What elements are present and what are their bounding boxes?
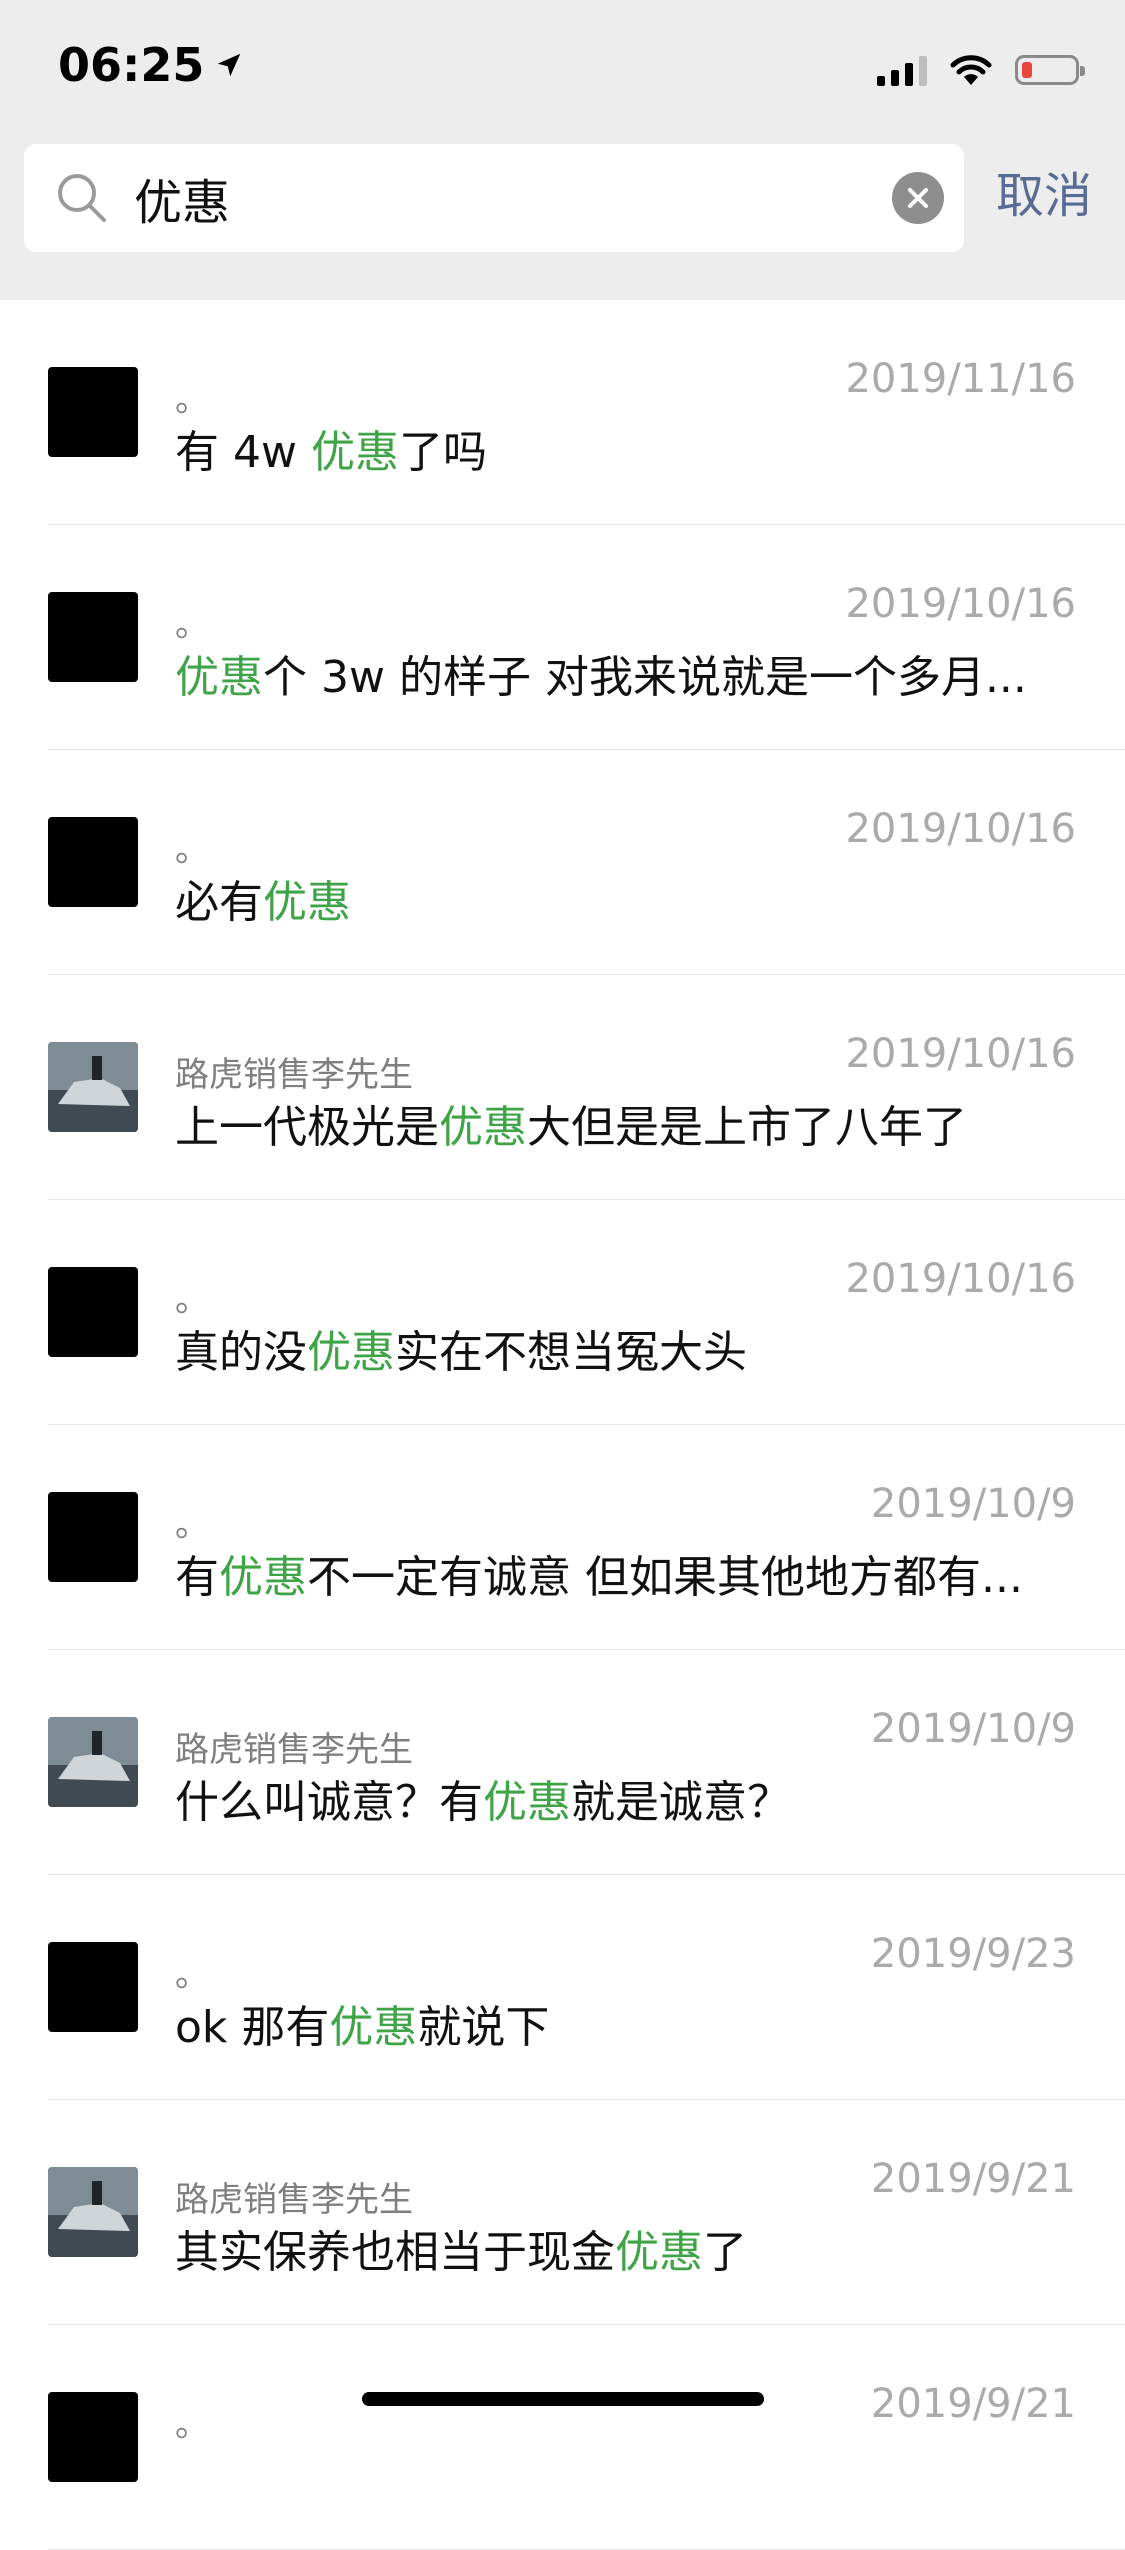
result-item[interactable]: 。 2019/11/16 有 4w 优惠了吗 [0, 300, 1125, 525]
car-photo-icon [48, 2167, 138, 2257]
avatar[interactable] [48, 1717, 138, 1807]
avatar[interactable] [48, 2392, 138, 2482]
message-date: 2019/10/9 [870, 1706, 1076, 1752]
keyword-highlight: 优惠 [615, 2227, 703, 2278]
avatar[interactable] [48, 367, 138, 457]
message-date: 2019/10/16 [845, 1031, 1076, 1077]
avatar[interactable] [48, 592, 138, 682]
message-date: 2019/9/23 [870, 1931, 1076, 1977]
home-indicator [362, 2392, 764, 2406]
sender-name: 。 [175, 605, 209, 645]
keyword-highlight: 优惠 [329, 2002, 418, 2053]
search-icon [58, 174, 106, 222]
result-item[interactable]: 。 2019/10/16 优惠个 3w 的样子 对我来说就是一个多月... [0, 525, 1125, 750]
search-input[interactable] [134, 144, 894, 252]
battery-level [1022, 62, 1032, 78]
avatar[interactable] [48, 817, 138, 907]
message-snippet: 上一代极光是优惠大但是是上市了八年了 [175, 1102, 967, 1153]
message-snippet: 优惠个 3w 的样子 对我来说就是一个多月... [175, 652, 1027, 703]
result-item[interactable]: 路虎销售李先生 2019/10/9 什么叫诚意？有优惠就是诚意？ [0, 1650, 1125, 1875]
result-item[interactable]: 路虎销售李先生 2019/10/16 上一代极光是优惠大但是是上市了八年了 [0, 975, 1125, 1200]
avatar[interactable] [48, 1267, 138, 1357]
result-item[interactable]: 路虎销售李先生 2019/9/21 其实保养也相当于现金优惠了 [0, 2100, 1125, 2325]
message-date: 2019/10/16 [845, 806, 1076, 852]
avatar[interactable] [48, 1042, 138, 1132]
result-item[interactable]: 。 2019/10/9 有优惠不一定有诚意 但如果其他地方都有... [0, 1425, 1125, 1650]
search-bar[interactable] [24, 144, 964, 252]
keyword-highlight: 优惠 [310, 427, 399, 478]
clear-search-button[interactable] [892, 172, 944, 224]
sender-name: 路虎销售李先生 [175, 1730, 413, 1770]
sender-name: 路虎销售李先生 [175, 1055, 413, 1095]
cellular-signal-icon [877, 54, 927, 86]
cancel-button[interactable]: 取消 [996, 160, 1092, 232]
avatar[interactable] [48, 1942, 138, 2032]
avatar[interactable] [48, 2167, 138, 2257]
message-date: 2019/10/16 [845, 1256, 1076, 1302]
message-date: 2019/10/16 [845, 581, 1076, 627]
message-date: 2019/9/21 [870, 2381, 1076, 2427]
avatar[interactable] [48, 1492, 138, 1582]
keyword-highlight: 优惠 [263, 877, 351, 928]
top-bar: 06:25 取消 [0, 0, 1125, 300]
result-item[interactable]: 。 2019/9/21 [0, 2325, 1125, 2550]
result-item[interactable]: 。 2019/9/23 ok 那有优惠就说下 [0, 1875, 1125, 2100]
clock: 06:25 [58, 38, 205, 92]
message-date: 2019/9/21 [870, 2156, 1076, 2202]
status-bar-time: 06:25 [58, 38, 244, 92]
keyword-highlight: 优惠 [483, 1777, 571, 1828]
message-snippet: 其实保养也相当于现金优惠了 [175, 2227, 747, 2278]
search-results-list: 。 2019/11/16 有 4w 优惠了吗 。 2019/10/16 优惠个 … [0, 300, 1125, 2550]
status-icons [877, 50, 1085, 90]
wifi-icon [950, 55, 992, 85]
result-item[interactable]: 。 2019/10/16 必有优惠 [0, 750, 1125, 975]
keyword-highlight: 优惠 [307, 1327, 395, 1378]
keyword-highlight: 优惠 [219, 1552, 307, 1603]
sender-name: 。 [175, 1505, 209, 1545]
result-item[interactable]: 。 2019/10/16 真的没优惠实在不想当冤大头 [0, 1200, 1125, 1425]
sender-name: 。 [175, 1280, 209, 1320]
sender-name: 。 [175, 380, 209, 420]
message-snippet: 什么叫诚意？有优惠就是诚意？ [175, 1777, 791, 1828]
car-photo-icon [48, 1717, 138, 1807]
sender-name: 。 [175, 1955, 209, 1995]
message-snippet: 真的没优惠实在不想当冤大头 [175, 1327, 747, 1378]
message-date: 2019/11/16 [845, 356, 1076, 402]
keyword-highlight: 优惠 [439, 1102, 527, 1153]
message-snippet: 必有优惠 [175, 877, 351, 928]
keyword-highlight: 优惠 [175, 652, 263, 703]
message-snippet: 有 4w 优惠了吗 [175, 427, 487, 478]
message-date: 2019/10/9 [870, 1481, 1076, 1527]
car-photo-icon [48, 1042, 138, 1132]
message-snippet: ok 那有优惠就说下 [175, 2002, 550, 2053]
location-arrow-icon [218, 53, 241, 77]
close-icon [908, 188, 928, 208]
sender-name: 。 [175, 830, 209, 870]
message-snippet: 有优惠不一定有诚意 但如果其他地方都有... [175, 1552, 1023, 1603]
sender-name: 路虎销售李先生 [175, 2180, 413, 2220]
battery-icon [1015, 55, 1085, 85]
